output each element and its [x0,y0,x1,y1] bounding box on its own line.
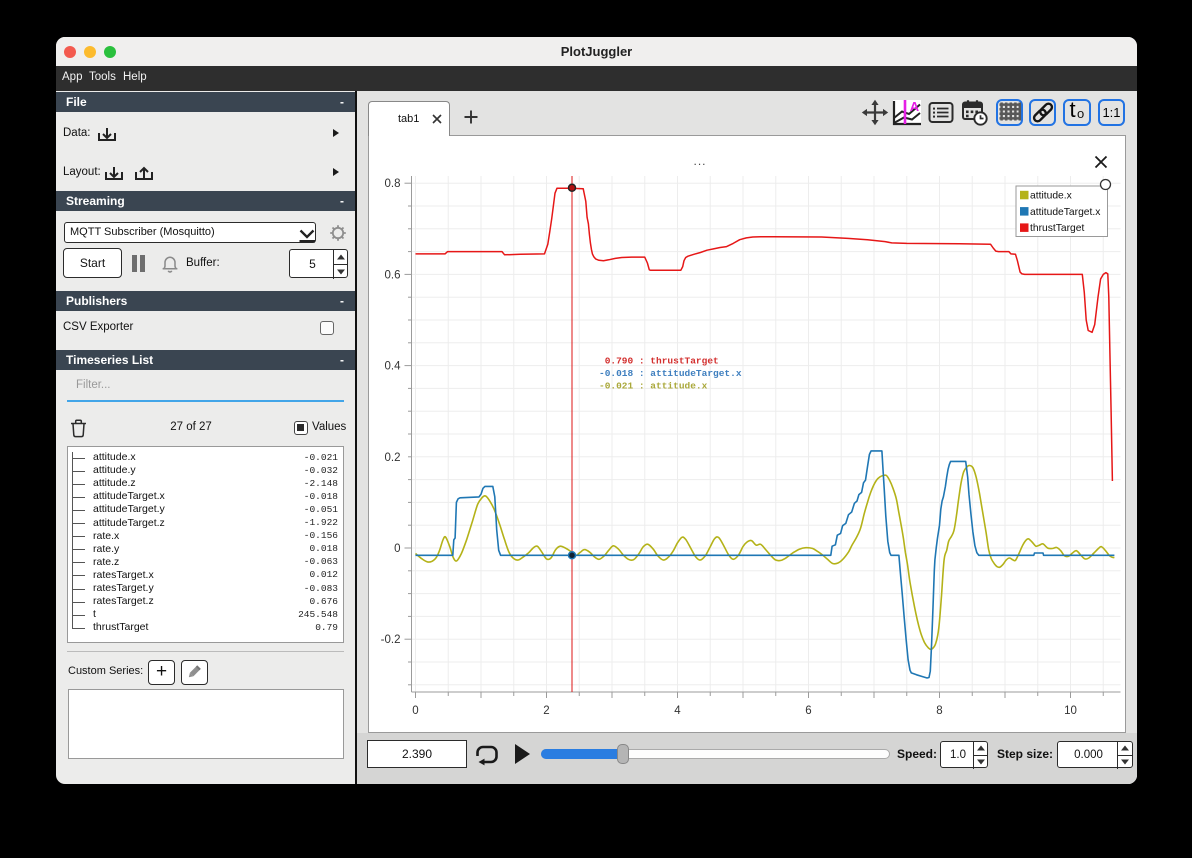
svg-text:thrustTarget: thrustTarget [1030,223,1085,234]
svg-text:10: 10 [1064,705,1077,717]
svg-text:8: 8 [936,705,942,717]
svg-text:attitude.x: attitude.x [1030,191,1073,202]
svg-text:0: 0 [394,543,400,555]
svg-text:0.790 : thrustTarget: 0.790 : thrustTarget [599,356,719,367]
svg-text:-0.021 : attitude.x: -0.021 : attitude.x [599,381,708,392]
svg-text:0.6: 0.6 [384,269,400,281]
svg-text:2: 2 [543,705,549,717]
svg-text:attitudeTarget.x: attitudeTarget.x [1030,207,1101,218]
svg-text:0.8: 0.8 [384,178,400,190]
svg-text:0.2: 0.2 [384,452,400,464]
svg-text:-0.2: -0.2 [380,634,400,646]
svg-text:4: 4 [674,705,681,717]
svg-text:0: 0 [412,705,418,717]
svg-text:-0.018 : attitudeTarget.x: -0.018 : attitudeTarget.x [599,368,742,379]
svg-text:0.4: 0.4 [384,361,401,373]
svg-text:6: 6 [805,705,811,717]
svg-text:A: A [910,99,920,114]
